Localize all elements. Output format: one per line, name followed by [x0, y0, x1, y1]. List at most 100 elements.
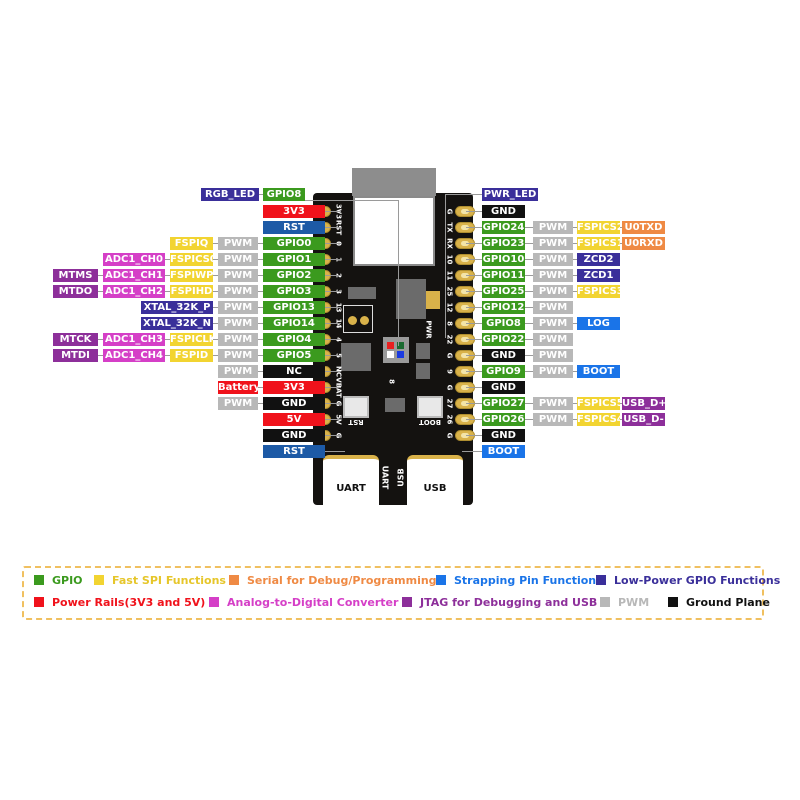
legend-label: PWM [618, 596, 650, 609]
left-pin-label: XTAL_32K_P [141, 301, 213, 314]
right-pin-label: GPIO8 [482, 317, 525, 330]
label-connector [525, 243, 533, 244]
label-connector [525, 259, 533, 260]
label-connector [258, 291, 263, 292]
label-connector [620, 243, 622, 244]
left-pin-label: GPIO2 [263, 269, 325, 282]
label-connector [573, 323, 577, 324]
right-pin-label: PWM [533, 413, 573, 426]
right-pin-label: GPIO25 [482, 285, 525, 298]
left-pin-label: GPIO13 [263, 301, 325, 314]
label-connector [525, 339, 533, 340]
pin-connector [466, 371, 482, 372]
legend-swatch-icon [34, 597, 44, 607]
left-pin-label: PWM [218, 333, 258, 346]
pin-connector [325, 211, 341, 212]
boot-button[interactable] [417, 396, 443, 418]
right-pin-label: GPIO24 [482, 221, 525, 234]
rst-button-label: RST [348, 418, 364, 426]
left-pin-label: FSPICS0 [170, 253, 213, 266]
right-pin-label: FSPICS3 [577, 285, 620, 298]
right-pin-label: PWM [533, 285, 573, 298]
right-pin-label: FSPICS4 [577, 413, 620, 426]
label-connector [258, 323, 263, 324]
right-pin-label: GND [482, 381, 525, 394]
label-connector [213, 339, 218, 340]
pin-connector [325, 355, 341, 356]
label-connector [165, 275, 170, 276]
left-pin-label: PWM [218, 349, 258, 362]
label-connector [525, 275, 533, 276]
silk-8: 8 [387, 379, 396, 384]
pin-connector [466, 419, 482, 420]
label-connector [258, 355, 263, 356]
pin-connector [466, 435, 482, 436]
label-connector [573, 227, 577, 228]
pin-connector [466, 243, 482, 244]
legend-swatch-icon [596, 575, 606, 585]
pin-connector [325, 227, 341, 228]
rgb-led-gpio-label: GPIO8 [263, 188, 305, 201]
left-pin-label: 3V3 [263, 205, 325, 218]
legend: GPIO Fast SPI Functions Serial for Debug/P… [22, 566, 780, 620]
uart-port[interactable]: UART [323, 455, 379, 511]
rst-button[interactable] [343, 396, 369, 418]
boot-pin-label: BOOT [482, 445, 525, 458]
legend-label: Power Rails(3V3 and 5V) [52, 596, 206, 609]
label-connector [213, 291, 218, 292]
right-pin-label: USB_D+ [622, 397, 665, 410]
label-connector [258, 259, 263, 260]
left-pin-label: GND [263, 429, 325, 442]
legend-item-strapping: Strapping Pin Functions [436, 574, 603, 588]
pin-connector [325, 371, 341, 372]
usb-port[interactable]: USB [407, 455, 463, 511]
left-pin-label: PWM [218, 269, 258, 282]
label-connector [525, 291, 533, 292]
chip-main [341, 343, 371, 371]
legend-swatch-icon [229, 575, 239, 585]
label-connector [525, 419, 533, 420]
right-pin-label: U0TXD [622, 221, 665, 234]
legend-item-lowpower: Low-Power GPIO Functions [596, 574, 780, 588]
label-connector [98, 291, 103, 292]
left-pin-label: FSPICLK [170, 333, 213, 346]
label-connector [525, 323, 533, 324]
label-connector [258, 243, 263, 244]
dev-board: PWR 8 RST BOOT UART USB UART USB 3V3RST0… [311, 168, 475, 511]
pwr-led-leader-h [445, 194, 482, 195]
rgb-led-leader-h [304, 200, 398, 201]
silk-pwr: PWR [424, 320, 433, 339]
pin-connector [325, 259, 341, 260]
left-pin-label: PWM [218, 317, 258, 330]
label-connector [525, 355, 533, 356]
label-connector [213, 323, 218, 324]
silk-usb: USB [396, 468, 406, 487]
right-pin-label: ZCD1 [577, 269, 620, 282]
right-pin-label: GPIO23 [482, 237, 525, 250]
rgb-led-leader-v [398, 200, 399, 346]
label-connector [258, 403, 263, 404]
legend-label: GPIO [52, 574, 83, 587]
label-connector [165, 355, 170, 356]
label-connector [525, 227, 533, 228]
right-pin-label: PWM [533, 349, 573, 362]
label-connector [98, 339, 103, 340]
right-pin-label: PWM [533, 269, 573, 282]
legend-label: Low-Power GPIO Functions [614, 574, 781, 587]
legend-item-ground: Ground Plane [668, 596, 770, 610]
label-connector [573, 419, 577, 420]
left-pin-label: GPIO0 [263, 237, 325, 250]
label-connector [213, 243, 218, 244]
legend-swatch-icon [94, 575, 104, 585]
label-connector [165, 259, 170, 260]
right-pin-label: BOOT [577, 365, 620, 378]
label-connector [525, 403, 533, 404]
left-pin-label: Battery [218, 381, 258, 394]
legend-item-gpio: GPIO [34, 574, 83, 588]
right-pin-label: U0RXD [622, 237, 665, 250]
pin-connector [325, 339, 341, 340]
left-pin-label: MTDI [53, 349, 98, 362]
left-pin-label: PWM [218, 301, 258, 314]
left-pin-label: 3V3 [263, 381, 325, 394]
pin-connector [325, 275, 341, 276]
